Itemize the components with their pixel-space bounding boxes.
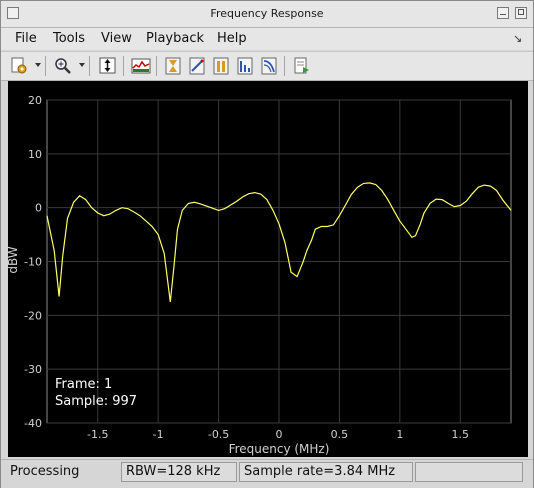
frequency-response-window: Frequency Response File Tools View Playb…	[0, 0, 534, 488]
y-tick-label: -10	[24, 256, 42, 269]
y-tick-label: -20	[24, 309, 42, 322]
settings-button[interactable]	[9, 56, 29, 76]
toolbar-separator	[284, 56, 285, 76]
scale-axes-icon	[99, 57, 116, 74]
peak-finder-button[interactable]	[187, 56, 207, 76]
frame-label: Frame: 1	[55, 377, 112, 392]
spectrum-plot[interactable]: -40 -30 -20 -10 0 10 20 -1.5 -1 -0.5 0 0.5 1 1.5 dBW…	[1, 81, 533, 457]
sample-label: Sample: 997	[55, 394, 137, 409]
print-button[interactable]	[291, 56, 311, 76]
sample-rate-readout: Sample rate=3.84 MHz	[239, 462, 413, 482]
ccdf-measurements-button[interactable]	[259, 56, 279, 76]
distortion-measurements-icon	[237, 57, 253, 75]
distortion-measurements-button[interactable]	[235, 56, 255, 76]
zoom-in-icon	[55, 58, 71, 74]
spectrum-settings-icon	[131, 58, 151, 74]
x-tick-label: -1	[153, 428, 164, 441]
toolbar-separator	[45, 56, 46, 76]
zoom-dropdown-icon[interactable]	[79, 63, 85, 67]
toolbar-separator	[123, 56, 124, 76]
plot-panel: -40 -30 -20 -10 0 10 20 -1.5 -1 -0.5 0 0.5 1 1.5 dBW…	[1, 81, 533, 457]
x-tick-label: -0.5	[208, 428, 229, 441]
y-tick-label: -40	[24, 417, 42, 430]
x-axis-label: Frequency (MHz)	[229, 442, 330, 456]
x-tick-label: 0	[276, 428, 283, 441]
status-text: Processing	[10, 464, 80, 479]
settings-icon	[11, 57, 27, 74]
x-tick-label: 1	[396, 428, 403, 441]
toolbar	[1, 51, 533, 81]
spectrum-settings-button[interactable]	[131, 56, 151, 76]
status-bar: Processing RBW=128 kHz Sample rate=3.84 …	[1, 459, 533, 488]
cursor-measurements-icon	[165, 57, 181, 75]
cursor-measurements-button[interactable]	[163, 56, 183, 76]
y-tick-label: 10	[28, 148, 42, 161]
y-axis-label: dBW	[6, 246, 20, 273]
settings-dropdown-icon[interactable]	[35, 63, 41, 67]
title-bar[interactable]: Frequency Response	[1, 1, 533, 28]
channel-measurements-icon	[213, 57, 229, 75]
print-icon	[294, 57, 309, 74]
y-tick-label: -30	[24, 363, 42, 376]
menu-help[interactable]: Help	[217, 31, 247, 46]
maximize-icon	[518, 9, 524, 15]
window-title: Frequency Response	[210, 7, 324, 20]
y-tick-label: 0	[35, 202, 42, 215]
menu-bar: File Tools View Playback Help ↘	[1, 28, 533, 50]
menu-file[interactable]: File	[15, 31, 37, 46]
toolbar-separator	[89, 56, 90, 76]
menu-tools[interactable]: Tools	[53, 31, 85, 46]
x-tick-label: -1.5	[87, 428, 108, 441]
ccdf-measurements-icon	[261, 57, 277, 75]
x-tick-label: 0.5	[331, 428, 349, 441]
toolbar-separator	[156, 56, 157, 76]
x-tick-label: 1.5	[452, 428, 470, 441]
minimize-button[interactable]	[497, 7, 509, 19]
menu-playback[interactable]: Playback	[146, 31, 204, 46]
rbw-readout: RBW=128 kHz	[121, 462, 237, 482]
channel-measurements-button[interactable]	[211, 56, 231, 76]
maximize-button[interactable]	[515, 7, 527, 19]
peak-finder-icon	[189, 57, 205, 75]
zoom-in-button[interactable]	[53, 56, 73, 76]
status-extra-field	[415, 462, 523, 482]
y-tick-label: 20	[28, 94, 42, 107]
undock-arrow-icon[interactable]: ↘	[513, 32, 522, 45]
scale-axes-button[interactable]	[98, 56, 118, 76]
minimize-icon	[500, 14, 506, 16]
menu-view[interactable]: View	[101, 31, 132, 46]
